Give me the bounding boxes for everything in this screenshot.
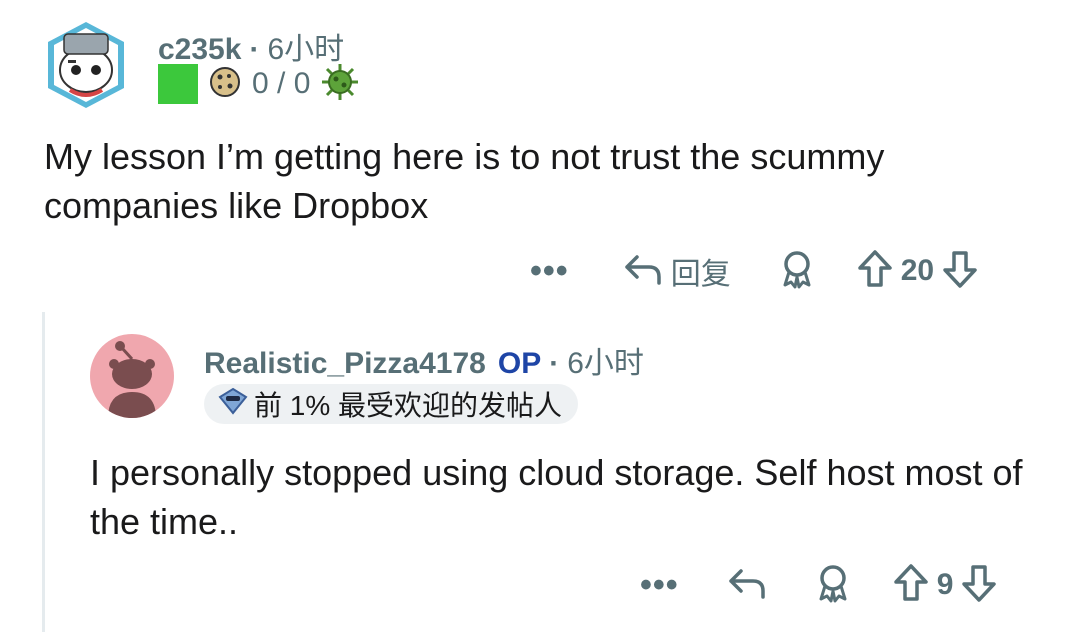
badge-label: 前 1% 最受欢迎的发帖人 <box>254 390 563 421</box>
downvote-icon[interactable] <box>942 249 978 294</box>
user-flair: 0 / 0 <box>158 62 360 107</box>
comment-meta: Realistic_Pizza4178 OP · 6小时 <box>204 338 644 382</box>
comment-actions: ••• 回复 20 <box>530 246 978 296</box>
separator: · <box>249 33 260 66</box>
avatar[interactable] <box>44 20 128 110</box>
comment-body: My lesson I’m getting here is to not tru… <box>44 136 885 226</box>
more-options-button[interactable]: ••• <box>640 568 679 602</box>
reply-button[interactable]: 回复 <box>623 249 731 293</box>
virus-icon <box>320 62 360 107</box>
flair-score: 0 / 0 <box>252 67 311 100</box>
reply-label: 回复 <box>670 258 731 291</box>
cookie-icon <box>208 65 242 104</box>
vote-count: 9 <box>936 568 954 601</box>
upvote-icon[interactable] <box>857 249 893 294</box>
achievement-badge[interactable]: 前 1% 最受欢迎的发帖人 <box>204 384 579 424</box>
award-icon[interactable] <box>813 563 853 608</box>
thread-line[interactable] <box>42 312 45 632</box>
comment-actions: ••• 9 <box>640 560 997 610</box>
avatar[interactable] <box>90 334 174 418</box>
comment-meta: c235k · 6小时 <box>158 24 344 68</box>
reply-icon <box>727 568 767 605</box>
username[interactable]: Realistic_Pizza4178 <box>204 347 486 380</box>
downvote-icon[interactable] <box>961 563 997 608</box>
timestamp: 6小时 <box>567 347 644 380</box>
reply-button[interactable] <box>727 565 767 606</box>
more-options-button[interactable]: ••• <box>530 254 569 288</box>
award-icon[interactable] <box>777 249 817 294</box>
separator: · <box>549 347 560 380</box>
snoo-badge-icon <box>218 387 248 422</box>
vote-count: 20 <box>900 254 935 287</box>
reply-icon <box>623 251 663 292</box>
op-badge: OP <box>497 347 542 380</box>
comment-body: I personally stopped using cloud storage… <box>90 452 1023 542</box>
flair-green-square <box>158 64 198 104</box>
upvote-icon[interactable] <box>893 563 929 608</box>
username[interactable]: c235k <box>158 33 241 66</box>
